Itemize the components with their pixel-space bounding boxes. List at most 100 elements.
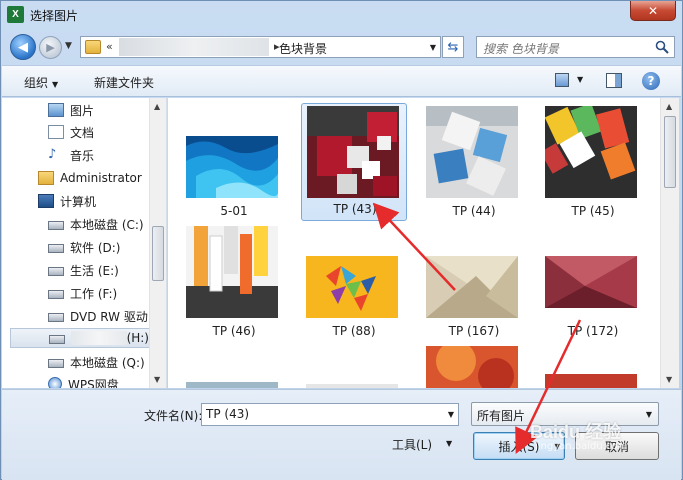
preview-pane-icon[interactable]	[606, 73, 622, 88]
dialog-title: 选择图片	[30, 9, 79, 23]
file-tile[interactable]	[421, 346, 527, 388]
sidebar-item-label: 音乐	[70, 148, 95, 163]
recent-locations-dropdown[interactable]: ▼	[65, 41, 72, 51]
address-dropdown-icon[interactable]: ▼	[430, 43, 436, 52]
title-bar[interactable]: X 选择图片 ✕	[1, 1, 682, 29]
file-tile[interactable]: TP (88)	[301, 226, 407, 346]
refresh-button[interactable]: ⇆	[442, 36, 464, 58]
sidebar-item-drive-h[interactable]: (H:)	[10, 328, 150, 348]
filename-value: TP (43)	[206, 407, 250, 421]
file-tile[interactable]: TP (46)	[181, 226, 287, 346]
file-tile[interactable]	[181, 382, 287, 388]
drive-icon	[48, 290, 64, 299]
organize-label: 组织	[24, 76, 49, 90]
file-name: TP (45)	[571, 204, 615, 218]
sidebar-item-dvd-drive[interactable]: DVD RW 驱动	[48, 306, 148, 326]
filetype-value: 所有图片	[477, 409, 526, 423]
sidebar-item-label: (H:)	[126, 331, 149, 345]
change-view-icon[interactable]	[555, 73, 569, 87]
sidebar-item-label: DVD RW 驱动	[70, 309, 148, 324]
scrollbar-thumb[interactable]	[152, 226, 164, 281]
command-toolbar: 组织 ▼ 新建文件夹 ▼ ?	[2, 65, 681, 97]
thumbnail-image	[545, 106, 637, 198]
sidebar-item-label: 生活 (E:)	[70, 263, 119, 278]
redacted-path	[119, 38, 269, 56]
drive-icon	[48, 267, 64, 276]
new-folder-button[interactable]: 新建文件夹	[94, 74, 154, 91]
search-input[interactable]: 搜索 色块背景	[476, 36, 675, 58]
file-tile[interactable]	[301, 384, 407, 388]
breadcrumb-current-folder[interactable]: 色块背景	[279, 40, 327, 57]
scroll-down-icon[interactable]: ▼	[154, 375, 160, 384]
sidebar-item-drive-e[interactable]: 生活 (E:)	[48, 260, 119, 280]
file-tile[interactable]: 5-01	[181, 106, 287, 226]
filename-input[interactable]: TP (43) ▼	[201, 403, 459, 426]
back-button[interactable]: ◀	[10, 34, 36, 60]
thumbnail-image	[306, 384, 398, 388]
file-tile[interactable]: TP (167)	[421, 226, 527, 346]
file-tile[interactable]	[540, 374, 646, 388]
sidebar-item-music[interactable]: ♪ 音乐	[48, 145, 94, 165]
thumbnail-image	[545, 374, 637, 388]
scroll-up-icon[interactable]: ▲	[154, 102, 160, 111]
file-name: TP (44)	[452, 204, 496, 218]
thumbnail-image	[426, 346, 518, 388]
organize-menu[interactable]: 组织 ▼	[24, 74, 58, 91]
file-tile-selected[interactable]: TP (43)	[301, 103, 407, 221]
file-list: 5-01 TP (43) TP (44) TP (45) TP (46) TP …	[168, 98, 660, 388]
drive-icon	[48, 244, 64, 253]
sidebar-item-label: 软件 (D:)	[70, 240, 121, 255]
sidebar-item-label: Administrator	[60, 171, 142, 185]
chevron-down-icon[interactable]: ▼	[446, 439, 452, 448]
view-options-dropdown[interactable]: ▼	[577, 75, 583, 84]
sidebar-item-pictures[interactable]: 图片	[48, 100, 94, 120]
folder-icon	[85, 40, 101, 54]
thumbnail-image	[545, 256, 637, 308]
sidebar-item-label: 图片	[70, 103, 95, 118]
file-tile[interactable]: TP (45)	[540, 106, 646, 226]
file-tile[interactable]: TP (44)	[421, 106, 527, 226]
chevron-down-icon[interactable]: ▼	[448, 410, 454, 419]
sidebar-item-label: WPS网盘	[68, 377, 119, 389]
thumbnail-image	[426, 106, 518, 198]
search-icon[interactable]	[655, 40, 669, 54]
thumbnail-image	[186, 136, 278, 198]
file-tile[interactable]: TP (172)	[540, 226, 646, 346]
file-name: TP (46)	[212, 324, 256, 338]
chevron-left-icon[interactable]: «	[106, 40, 113, 53]
help-icon[interactable]: ?	[642, 72, 660, 90]
sidebar-item-computer[interactable]: 计算机	[38, 191, 96, 211]
drive-icon	[48, 221, 64, 230]
sidebar-item-drive-c[interactable]: 本地磁盘 (C:)	[48, 214, 144, 234]
computer-icon	[38, 194, 54, 208]
navigation-pane: 图片 文档 ♪ 音乐 Administrator 计算机 本地磁盘 (C:) 软…	[2, 98, 167, 388]
file-list-scrollbar[interactable]: ▲ ▼	[660, 98, 679, 388]
scroll-up-icon[interactable]: ▲	[666, 102, 672, 111]
forward-button[interactable]: ▶	[39, 36, 62, 59]
address-bar[interactable]: « ▸ 色块背景 ▼	[80, 36, 441, 58]
scroll-down-icon[interactable]: ▼	[666, 375, 672, 384]
redacted-drive-name	[70, 331, 127, 345]
sidebar-item-administrator[interactable]: Administrator	[38, 168, 142, 188]
sidebar-item-wps-cloud[interactable]: WPS网盘	[48, 374, 119, 388]
sidebar-item-drive-f[interactable]: 工作 (F:)	[48, 283, 117, 303]
sidebar-item-drive-q[interactable]: 本地磁盘 (Q:)	[48, 352, 145, 372]
close-button[interactable]: ✕	[630, 1, 676, 21]
thumbnail-image	[307, 106, 399, 198]
scrollbar-thumb[interactable]	[664, 116, 676, 188]
navigation-scrollbar[interactable]: ▲ ▼	[149, 98, 166, 388]
wps-cloud-icon	[48, 377, 62, 388]
user-folder-icon	[38, 171, 54, 185]
search-placeholder: 搜索 色块背景	[483, 42, 559, 56]
thumbnail-image	[426, 256, 518, 318]
sidebar-item-documents[interactable]: 文档	[48, 122, 94, 142]
thumbnail-image	[186, 382, 278, 388]
sidebar-item-label: 工作 (F:)	[70, 286, 118, 301]
file-name: 5-01	[220, 204, 248, 218]
insert-picture-dialog: X 选择图片 ✕ ◀ ▶ ▼ « ▸ 色块背景 ▼ ⇆ 搜索 色块背景 组织▼	[0, 0, 683, 480]
sidebar-item-drive-d[interactable]: 软件 (D:)	[48, 237, 120, 257]
sidebar-item-label: 文档	[70, 125, 95, 140]
tools-menu[interactable]: 工具(L)	[392, 436, 432, 453]
sidebar-item-label: 本地磁盘 (C:)	[70, 217, 144, 232]
excel-icon: X	[7, 6, 24, 23]
